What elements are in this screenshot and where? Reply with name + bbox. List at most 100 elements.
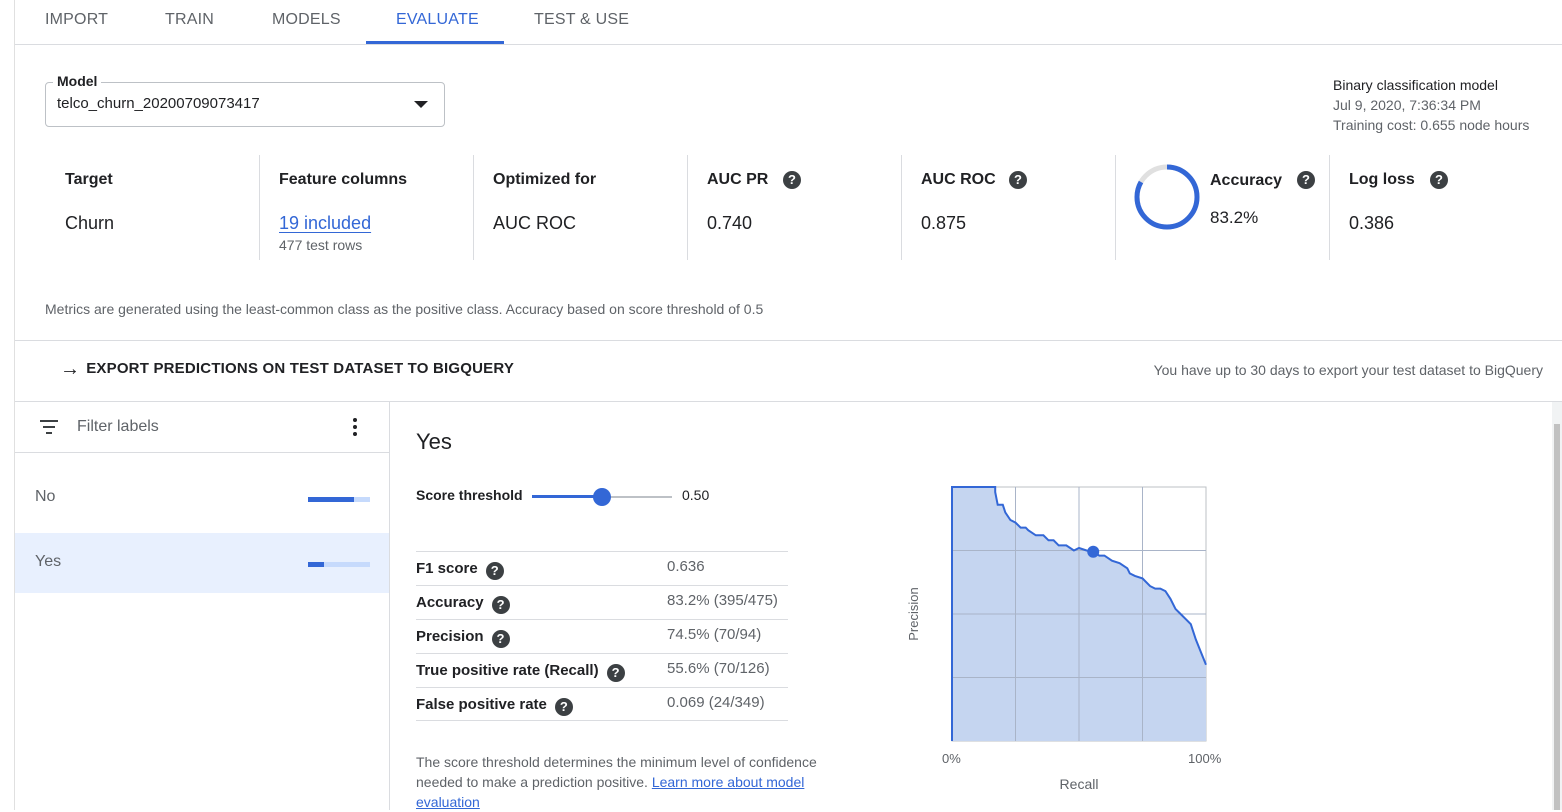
help-icon[interactable]: ? [1297,171,1315,189]
export-note: You have up to 30 days to export your te… [1153,362,1543,378]
metric-auc-pr: AUC PR ? 0.740 [707,155,897,260]
stat-label: Accuracy? [416,594,510,614]
score-threshold-label: Score threshold [416,487,523,503]
metric-label: Feature columns [279,171,408,188]
stat-row-fpr: False positive rate? 0.069 (24/349) [416,687,788,721]
vertical-scrollbar[interactable] [1552,402,1562,810]
metric-label: AUC ROC [921,171,996,188]
label-panel [15,402,390,810]
help-icon[interactable]: ? [1430,171,1448,189]
stat-label: F1 score? [416,560,504,580]
help-icon[interactable]: ? [491,596,510,614]
help-icon[interactable]: ? [606,664,625,682]
export-predictions-button[interactable]: → EXPORT PREDICTIONS ON TEST DATASET TO B… [60,358,514,384]
metric-value: 0.740 [707,213,753,233]
metric-value: AUC ROC [493,213,577,233]
label-item-label: Yes [35,553,62,570]
tab-import[interactable]: IMPORT [45,0,108,44]
arrow-right-icon: → [60,358,81,380]
score-threshold-value: 0.50 [682,487,710,503]
score-threshold-slider[interactable] [532,488,672,506]
stat-value: 0.069 (24/349) [667,694,765,711]
stat-label-text: F1 score [416,560,478,577]
stat-row-precision: Precision? 74.5% (70/94) [416,619,788,653]
y-axis-label: Precision [906,587,921,640]
metrics-note: Metrics are generated using the least-co… [45,301,764,317]
help-icon[interactable]: ? [491,630,510,648]
help-icon[interactable]: ? [554,698,573,716]
stat-row-recall: True positive rate (Recall)? 55.6% (70/1… [416,653,788,687]
stat-label: True positive rate (Recall)? [416,662,625,682]
stat-label: Precision? [416,628,510,648]
stat-value: 83.2% (395/475) [667,592,778,609]
x-axis-label: Recall [1060,776,1099,792]
stat-row-f1: F1 score? 0.636 [416,551,788,585]
label-distribution-fill [308,497,354,502]
divider [259,155,260,260]
divider [687,155,688,260]
test-rows-count: 477 test rows [279,237,363,253]
help-icon[interactable]: ? [485,562,504,580]
label-distribution-bar [308,562,370,567]
metric-label: Accuracy [1210,172,1283,189]
metric-value: 0.875 [921,213,967,233]
divider [1115,155,1116,260]
selected-label-title: Yes [416,429,452,454]
stat-label-text: Accuracy [416,594,484,611]
divider [1329,155,1330,260]
slider-thumb[interactable] [593,488,611,506]
metric-accuracy: Accuracy ? 83.2% [1130,155,1325,260]
metric-label: AUC PR [707,171,769,188]
tab-test-use[interactable]: TEST & USE [534,0,629,44]
stat-label: False positive rate? [416,696,573,716]
tab-models[interactable]: MODELS [272,0,341,44]
stat-label-text: False positive rate [416,696,547,713]
metric-label: Target [65,171,113,188]
metric-optimized-for: Optimized for AUC ROC [493,155,683,260]
divider [15,340,1562,341]
export-button-label: EXPORT PREDICTIONS ON TEST DATASET TO BI… [86,360,515,377]
divider [473,155,474,260]
tab-bar: IMPORT TRAIN MODELS EVALUATE TEST & USE [15,0,1562,45]
help-icon[interactable]: ? [1009,171,1027,189]
stat-value: 74.5% (70/94) [667,626,762,643]
x-tick-label: 0% [942,751,961,766]
accuracy-ring [1134,164,1200,230]
stat-value: 0.636 [667,558,705,575]
model-select-label: Model [53,73,102,89]
metric-label: Log loss [1349,171,1415,188]
divider [901,155,902,260]
metric-label: Optimized for [493,171,597,188]
tab-train[interactable]: TRAIN [165,0,214,44]
stat-value: 55.6% (70/126) [667,660,770,677]
divider [15,452,389,453]
metric-target: Target Churn [65,155,255,260]
training-cost: Training cost: 0.655 node hours [1333,117,1530,133]
x-tick-label: 100% [1188,751,1222,766]
model-type: Binary classification model [1333,77,1498,93]
filter-icon[interactable] [40,420,58,434]
label-item-no[interactable]: No [15,468,389,528]
metric-value: 0.386 [1349,213,1395,233]
precision-recall-chart: 0% 100% Recall Precision [906,486,1222,792]
help-icon[interactable]: ? [783,171,801,189]
feature-columns-link[interactable]: 19 included [279,213,371,234]
scrollbar-thumb[interactable] [1554,424,1560,810]
label-item-yes[interactable]: Yes [15,533,389,593]
metric-value: Churn [65,213,115,233]
metric-value: 83.2% [1210,208,1259,227]
dropdown-arrow-icon[interactable] [414,101,428,108]
threshold-description: The score threshold determines the minim… [416,752,866,812]
model-select-value: telco_churn_20200709073417 [57,95,260,112]
more-vert-icon[interactable] [348,418,362,438]
stat-label-text: Precision [416,628,484,645]
stat-label-text: True positive rate (Recall) [416,662,599,679]
stat-row-accuracy: Accuracy? 83.2% (395/475) [416,585,788,619]
filter-labels-input[interactable] [77,416,327,438]
threshold-point[interactable] [1087,545,1100,558]
metric-log-loss: Log loss ? 0.386 [1349,155,1539,260]
stats-table: F1 score? 0.636 Accuracy? 83.2% (395/475… [416,551,788,721]
metric-auc-roc: AUC ROC ? 0.875 [921,155,1111,260]
tab-evaluate[interactable]: EVALUATE [396,0,479,44]
metric-feature-columns: Feature columns 19 included 477 test row… [279,155,469,260]
